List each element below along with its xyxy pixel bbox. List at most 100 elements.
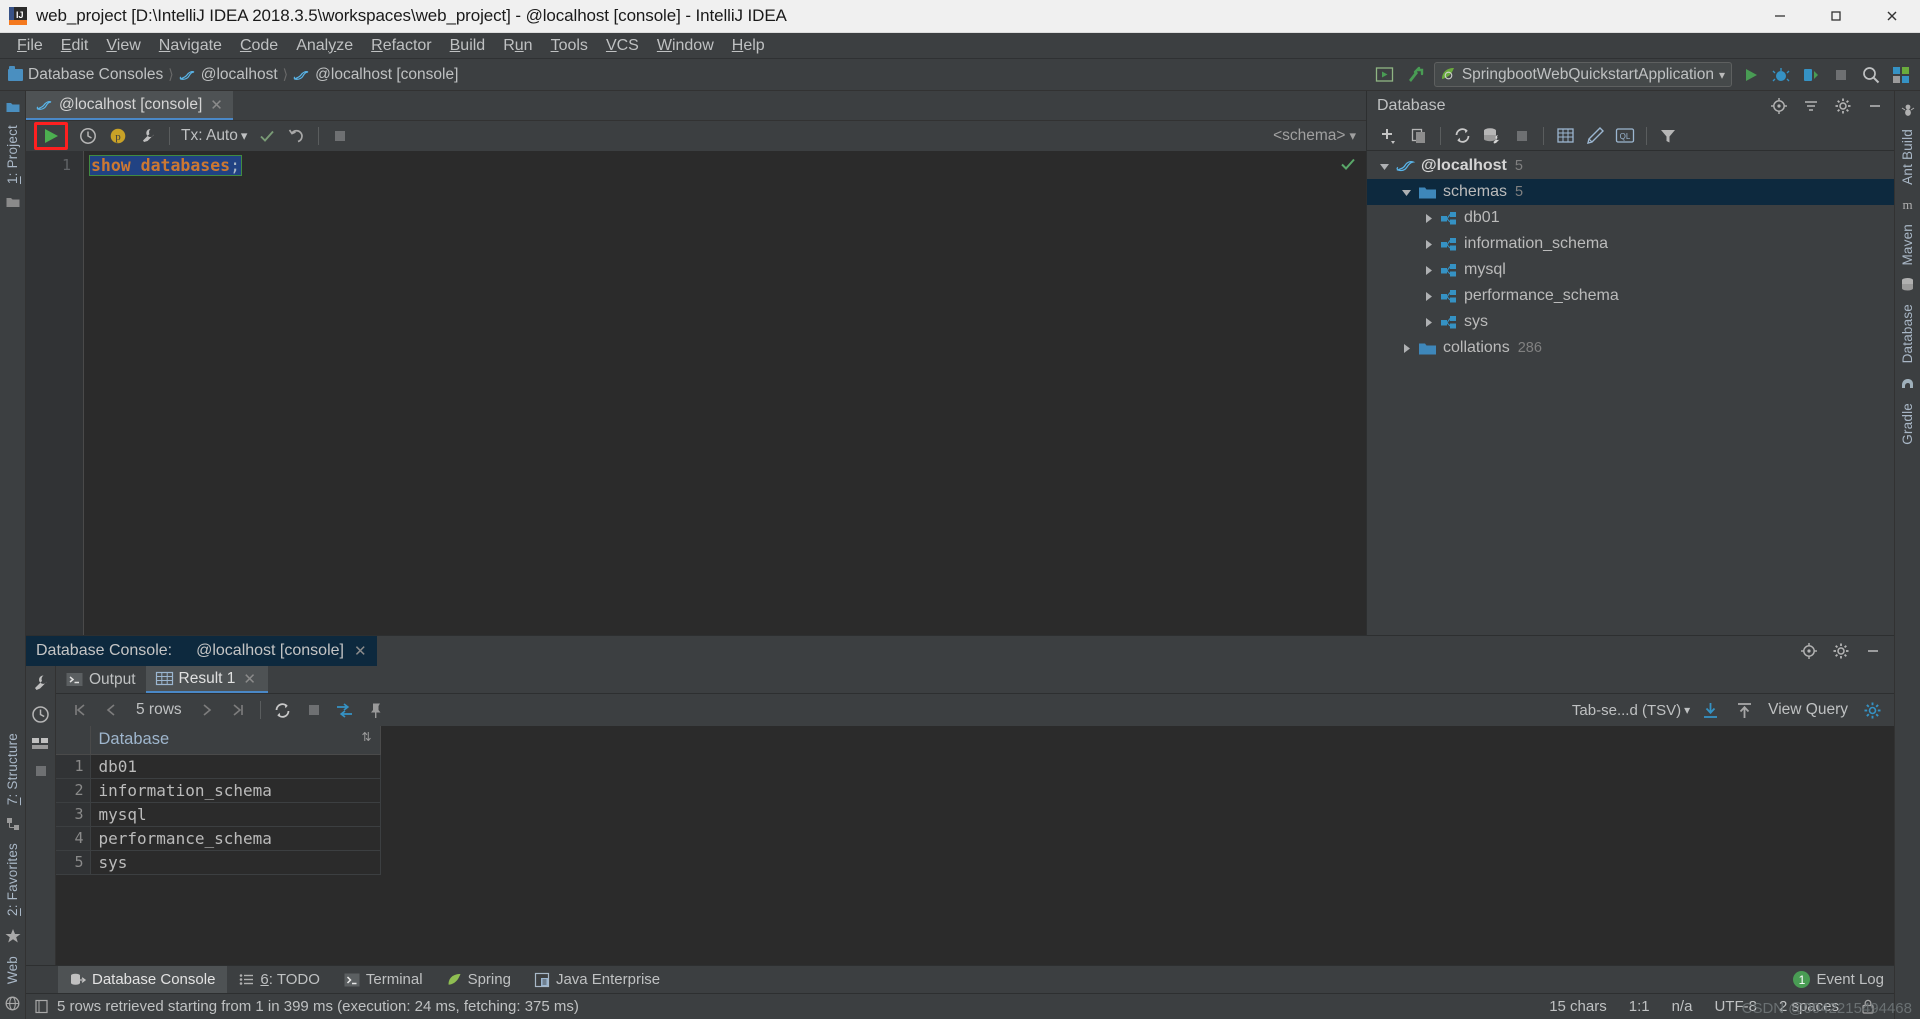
transaction-mode-selector[interactable]: Tx: Auto ▾ xyxy=(177,127,251,145)
sidebar-item-database[interactable]: Database xyxy=(1900,298,1915,369)
menu-analyze[interactable]: Analyze xyxy=(287,35,362,57)
tree-row[interactable]: @localhost 5 xyxy=(1367,153,1894,179)
inspection-ok-icon[interactable] xyxy=(1340,156,1356,172)
status-char-count[interactable]: 15 chars xyxy=(1538,998,1618,1015)
debug-icon[interactable] xyxy=(1766,61,1796,89)
chevron-down-icon[interactable]: ▾ xyxy=(1684,703,1690,717)
tree-row[interactable]: schemas 5 xyxy=(1367,179,1894,205)
menu-tools[interactable]: Tools xyxy=(542,35,597,57)
sidebar-item-web[interactable]: Web xyxy=(5,950,20,990)
stop-icon[interactable] xyxy=(1826,61,1856,89)
cell-database[interactable]: performance_schema xyxy=(90,826,381,851)
settings-gear-icon[interactable] xyxy=(1826,637,1856,665)
settings-icon[interactable] xyxy=(1886,61,1916,89)
column-header-database[interactable]: ⇅ Database xyxy=(90,726,381,755)
view-query-button[interactable]: View Query xyxy=(1764,701,1852,719)
bottom-tab-spring[interactable]: Spring xyxy=(435,966,523,993)
menu-code[interactable]: Code xyxy=(231,35,287,57)
chevron-right-icon[interactable] xyxy=(1421,263,1436,278)
stop-icon[interactable] xyxy=(326,123,354,149)
table-row[interactable]: 2 information_schema xyxy=(56,778,381,803)
sidebar-item-favorites[interactable]: 2: Favorites xyxy=(5,837,20,922)
modify-icon[interactable] xyxy=(1581,123,1609,149)
wrench-icon[interactable] xyxy=(31,674,50,693)
stop-icon[interactable] xyxy=(1508,123,1536,149)
chevron-down-icon[interactable]: ▾ xyxy=(1349,128,1356,144)
tree-row[interactable]: sys xyxy=(1367,309,1894,335)
history-clock-icon[interactable] xyxy=(31,705,50,724)
sidebar-item-maven[interactable]: Maven xyxy=(1900,218,1915,272)
sidebar-item-project[interactable]: 1: Project xyxy=(5,119,20,190)
duplicate-icon[interactable] xyxy=(1405,123,1433,149)
cell-database[interactable]: db01 xyxy=(90,754,381,779)
chevron-down-icon[interactable]: ▾ xyxy=(241,128,248,144)
event-log-button[interactable]: Event Log xyxy=(1816,971,1884,988)
dump-data-icon[interactable] xyxy=(1696,697,1724,723)
cell-database[interactable]: information_schema xyxy=(90,778,381,803)
database-tree[interactable]: @localhost 5 schemas 5 db01 information_… xyxy=(1367,151,1894,635)
sql-statement-selection[interactable]: show databases; xyxy=(88,155,243,176)
tree-row[interactable]: performance_schema xyxy=(1367,283,1894,309)
table-row[interactable]: 4 performance_schema xyxy=(56,826,381,851)
data-source-properties-icon[interactable] xyxy=(134,123,162,149)
close-button[interactable] xyxy=(1864,0,1920,33)
chevron-right-icon[interactable] xyxy=(1421,315,1436,330)
settings-gear-icon[interactable] xyxy=(1828,92,1858,120)
schema-selector[interactable]: <schema> ▾ xyxy=(1273,127,1356,145)
lock-icon[interactable] xyxy=(1850,999,1886,1014)
sidebar-item-ant-build[interactable]: Ant Build xyxy=(1900,123,1915,191)
menu-view[interactable]: View xyxy=(97,35,149,57)
tab-result-1[interactable]: Result 1 ✕ xyxy=(145,666,268,693)
locate-in-tree-icon[interactable] xyxy=(1764,92,1794,120)
tab-output[interactable]: Output xyxy=(56,666,146,693)
code-content[interactable]: show databases; xyxy=(84,151,1366,635)
sidebar-item-gradle[interactable]: Gradle xyxy=(1900,397,1915,451)
stop-square-icon[interactable] xyxy=(33,763,49,779)
maximize-button[interactable] xyxy=(1808,0,1864,33)
tree-row[interactable]: collations 286 xyxy=(1367,335,1894,361)
result-grid[interactable]: ⇅ Database 1 db01 2 information_schema 3… xyxy=(56,726,1894,965)
menu-run[interactable]: Run xyxy=(494,35,541,57)
run-icon[interactable] xyxy=(1736,61,1766,89)
cell-database[interactable]: mysql xyxy=(90,802,381,827)
breadcrumb-localhost[interactable]: @localhost xyxy=(179,66,278,84)
chevron-right-icon[interactable] xyxy=(1399,341,1414,356)
tree-row[interactable]: mysql xyxy=(1367,257,1894,283)
bottom-tab-java-enterprise[interactable]: Java Enterprise xyxy=(523,966,672,993)
hide-panel-icon[interactable] xyxy=(1860,92,1890,120)
close-icon[interactable]: ✕ xyxy=(208,96,225,114)
menu-navigate[interactable]: Navigate xyxy=(150,35,231,57)
chevron-down-icon[interactable] xyxy=(1377,159,1392,174)
run-with-coverage-icon[interactable] xyxy=(1796,61,1826,89)
execution-history-icon[interactable] xyxy=(74,123,102,149)
chevron-right-icon[interactable] xyxy=(1421,211,1436,226)
parameters-icon[interactable]: p xyxy=(104,123,132,149)
chevron-right-icon[interactable] xyxy=(1421,289,1436,304)
status-line-separator[interactable]: n/a xyxy=(1661,998,1704,1015)
menu-build[interactable]: Build xyxy=(441,35,495,57)
bottom-tab-terminal[interactable]: Terminal xyxy=(332,966,435,993)
synchronize-icon[interactable] xyxy=(1448,123,1476,149)
chevron-down-icon[interactable]: ▾ xyxy=(1719,68,1725,82)
datasource-properties-icon[interactable] xyxy=(1478,123,1506,149)
menu-window[interactable]: Window xyxy=(648,35,723,57)
settings-gear-icon[interactable] xyxy=(1858,697,1886,723)
output-format-selector[interactable]: Tab-se...d (TSV) ▾ xyxy=(1572,702,1690,719)
locate-in-tree-icon[interactable] xyxy=(1794,637,1824,665)
rollback-icon[interactable] xyxy=(283,123,311,149)
table-icon[interactable] xyxy=(31,736,50,751)
table-row[interactable]: 5 sys xyxy=(56,850,381,875)
execute-statement-button[interactable] xyxy=(41,127,61,145)
menu-file[interactable]: FFileile xyxy=(8,35,52,57)
compare-icon[interactable] xyxy=(331,697,359,723)
table-row[interactable]: 3 mysql xyxy=(56,802,381,827)
hide-panel-icon[interactable] xyxy=(1858,637,1888,665)
upload-icon[interactable] xyxy=(1730,697,1758,723)
result-table[interactable]: ⇅ Database 1 db01 2 information_schema 3… xyxy=(56,726,381,875)
tree-row[interactable]: information_schema xyxy=(1367,231,1894,257)
code-editor[interactable]: 1 show databases; xyxy=(26,151,1366,635)
close-icon[interactable]: ✕ xyxy=(241,670,258,688)
menu-edit[interactable]: Edit xyxy=(52,35,98,57)
status-caret-position[interactable]: 1:1 xyxy=(1618,998,1661,1015)
run-configuration-selector[interactable]: SpringbootWebQuickstartApplication ▾ xyxy=(1433,62,1732,87)
